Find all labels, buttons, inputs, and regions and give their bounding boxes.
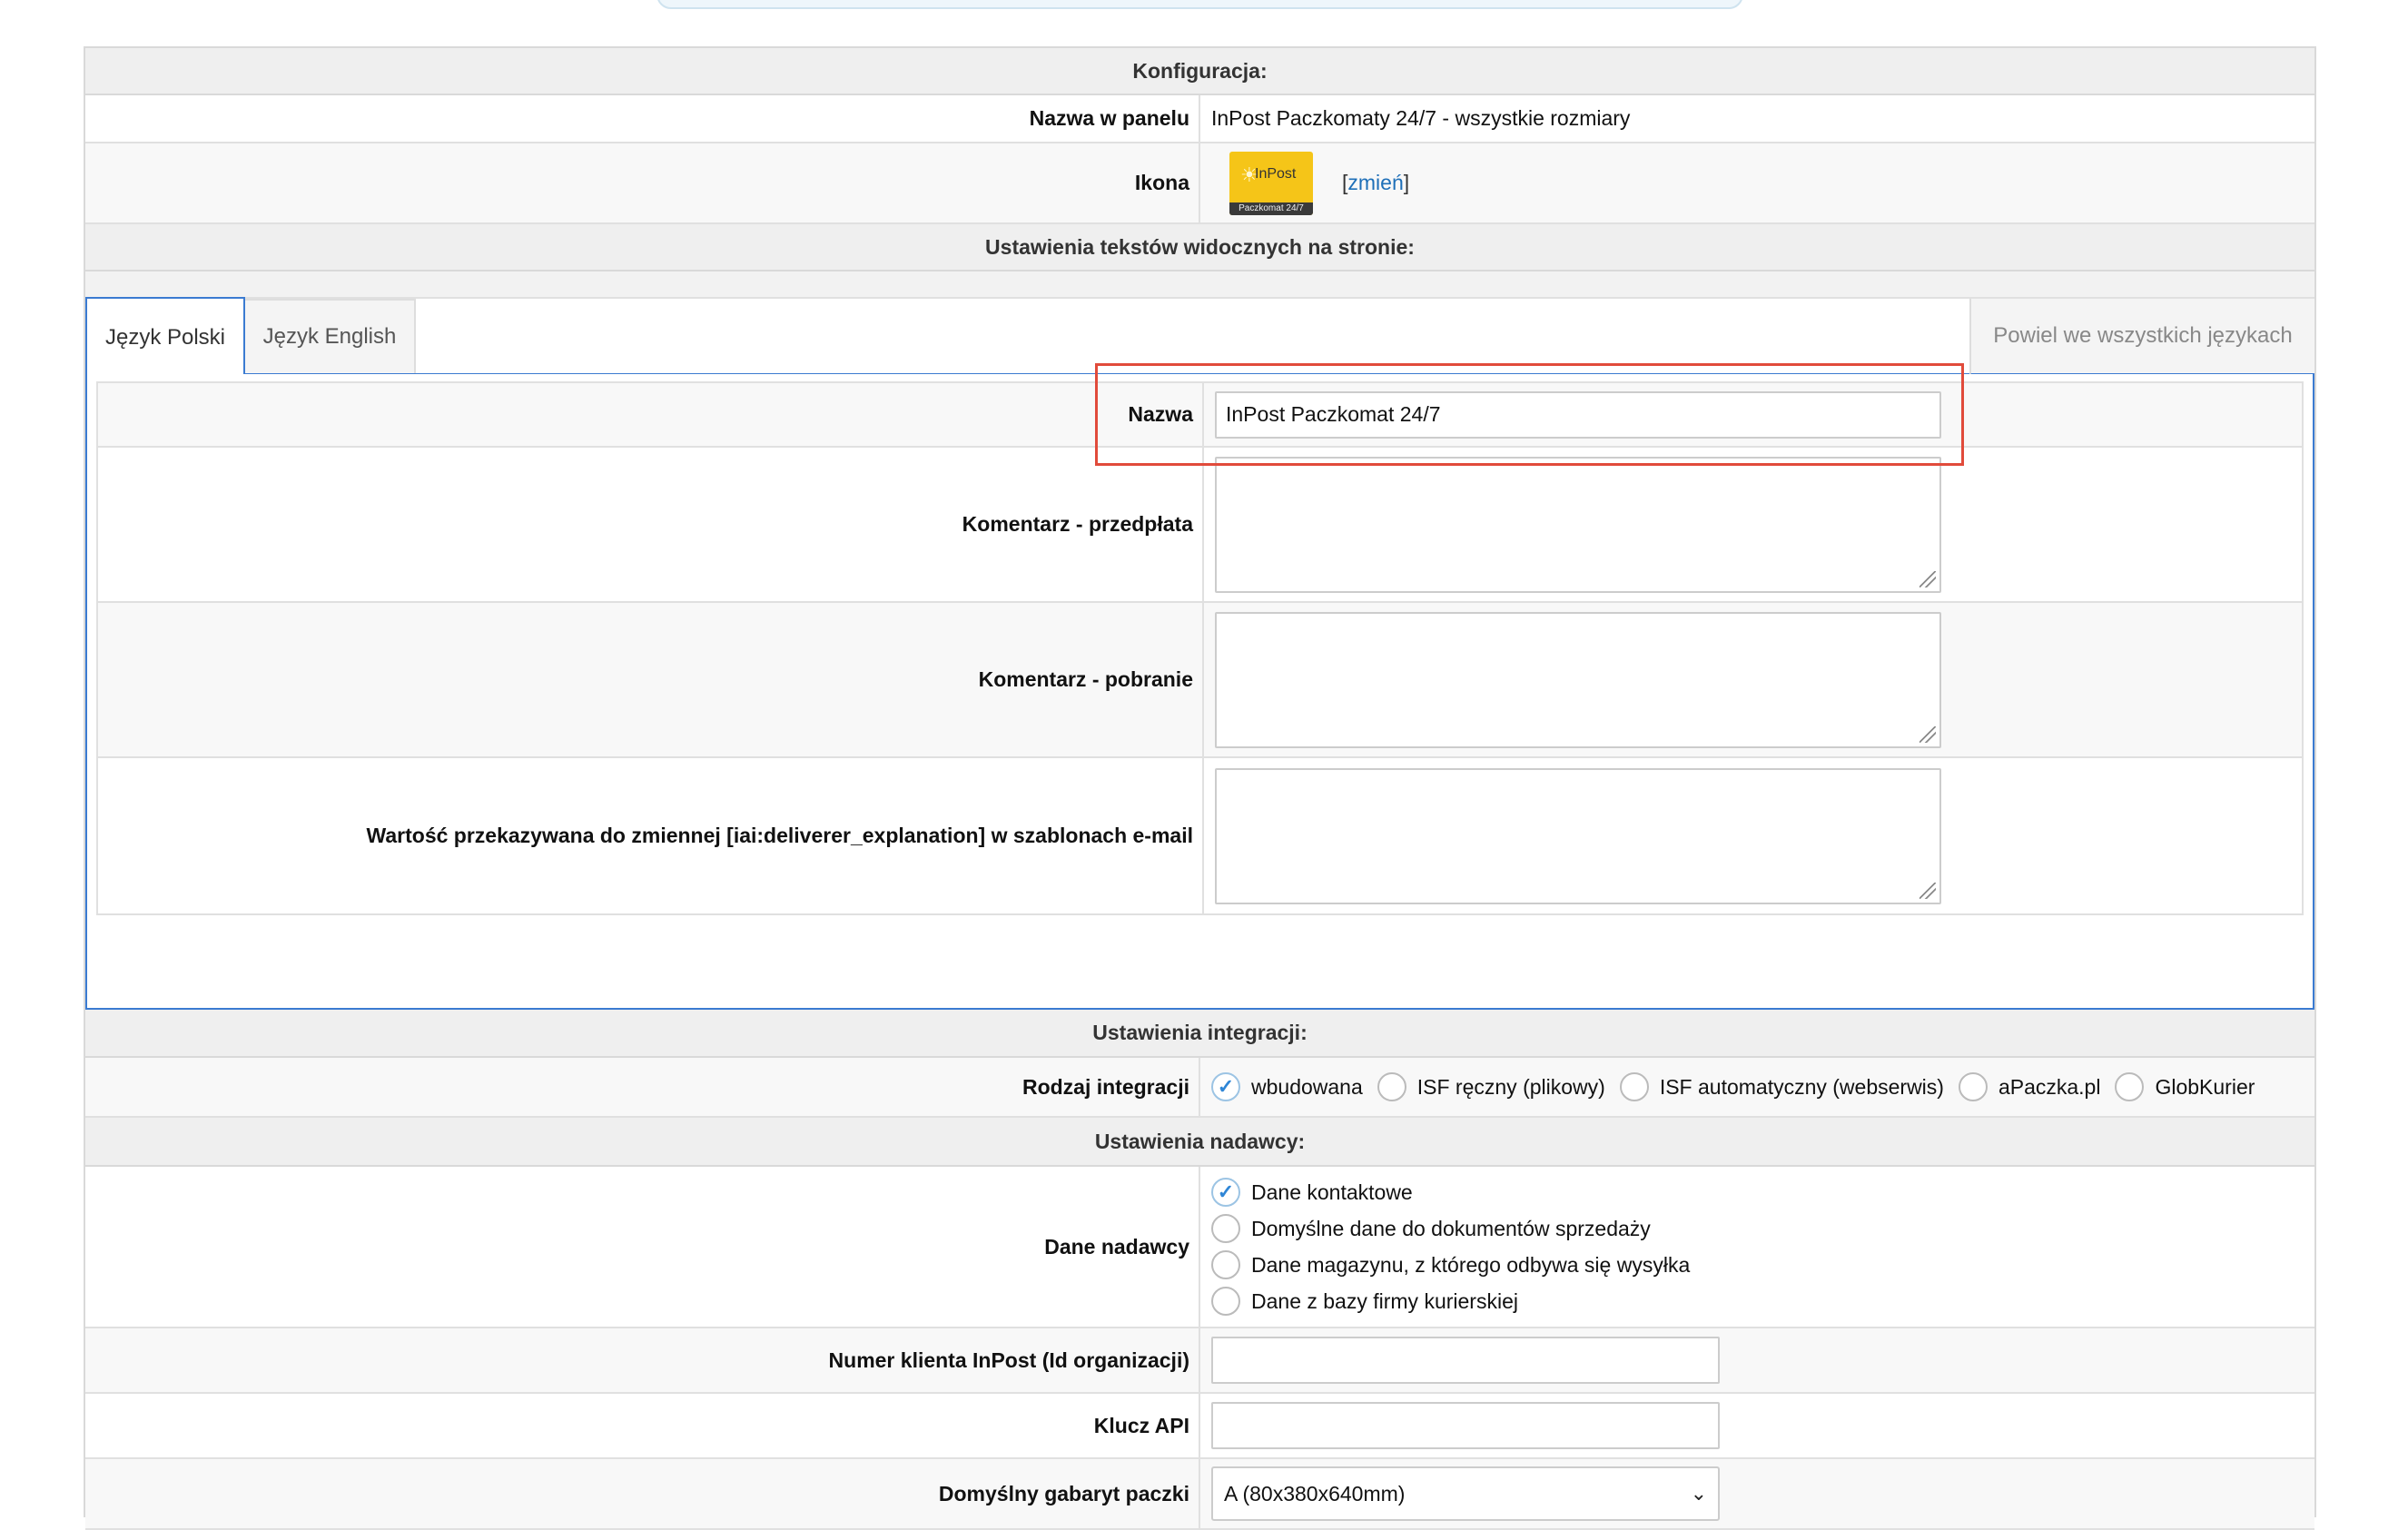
integration-type-label: Rodzaj integracji (85, 1058, 1200, 1116)
sender-option-warehouse[interactable]: Dane magazynu, z którego odbywa się wysy… (1211, 1247, 1690, 1283)
integration-option-builtin[interactable]: ✓ wbudowana (1211, 1072, 1363, 1101)
name-input[interactable] (1215, 390, 1941, 439)
integration-header-text: Ustawienia integracji: (1092, 1021, 1308, 1044)
texts-header: Ustawienia tekstów widocznych na stronie… (85, 224, 2314, 271)
client-number-input[interactable] (1211, 1337, 1720, 1384)
sender-option-sales-docs[interactable]: Domyślne dane do dokumentów sprzedaży (1211, 1210, 1690, 1247)
chevron-down-icon: ⌄ (1690, 1482, 1707, 1505)
name-row: Nazwa (98, 383, 2302, 448)
client-number-label: Numer klienta InPost (Id organizacji) (85, 1328, 1200, 1392)
integration-header: Ustawienia integracji: (85, 1010, 2314, 1058)
comment-cod-label: Komentarz - pobranie (98, 603, 1204, 756)
tab-polish[interactable]: Język Polski (85, 297, 245, 377)
radio-empty-icon[interactable] (1211, 1250, 1240, 1279)
copy-all-languages-label: Powiel we wszystkich językach (1993, 323, 2293, 348)
sender-header-text: Ustawienia nadawcy: (1094, 1129, 1306, 1153)
api-key-row: Klucz API (85, 1394, 2314, 1459)
sender-data-options: ✓ Dane kontaktowe Domyślne dane do dokume… (1211, 1174, 1704, 1319)
config-header: Konfiguracja: (85, 48, 2314, 95)
comment-prepaid-label: Komentarz - przedpłata (98, 448, 1204, 601)
texts-spacer (85, 271, 2314, 299)
radio-empty-icon[interactable] (1211, 1287, 1240, 1316)
default-size-row: Domyślny gabaryt paczki A (80x380x640mm)… (85, 1459, 2314, 1530)
resize-grip-icon[interactable] (1919, 882, 1936, 899)
api-key-input[interactable] (1211, 1402, 1720, 1449)
sender-option-courier-db[interactable]: Dane z bazy firmy kurierskiej (1211, 1283, 1690, 1319)
inpost-logo-icon: ☀ InPost Paczkomat 24/7 (1229, 151, 1313, 215)
radio-empty-icon[interactable] (1958, 1072, 1988, 1101)
integration-option-isf-manual[interactable]: ISF ręczny (plikowy) (1377, 1072, 1605, 1101)
api-key-label: Klucz API (85, 1394, 1200, 1457)
change-icon-link-wrapper: [zmień] (1342, 171, 1410, 194)
comment-prepaid-row: Komentarz - przedpłata (98, 448, 2302, 603)
comment-cod-row: Komentarz - pobranie (98, 603, 2302, 758)
icon-brand-text: InPost (1255, 165, 1297, 182)
icon-strip-text: Paczkomat 24/7 (1229, 202, 1313, 215)
radio-checked-icon[interactable]: ✓ (1211, 1072, 1240, 1101)
panel-name-value: InPost Paczkomaty 24/7 - wszystkie rozmi… (1211, 106, 1631, 130)
client-number-row: Numer klienta InPost (Id organizacji) (85, 1328, 2314, 1394)
radio-empty-icon[interactable] (2115, 1072, 2145, 1101)
sender-header: Ustawienia nadawcy: (85, 1118, 2314, 1167)
tab-panel-polish: Nazwa Komentarz - przedpłata Komentarz -… (85, 374, 2314, 1010)
resize-grip-icon[interactable] (1919, 726, 1936, 743)
integration-option-isf-auto[interactable]: ISF automatyczny (webserwis) (1619, 1072, 1944, 1101)
sender-option-contact[interactable]: ✓ Dane kontaktowe (1211, 1174, 1690, 1210)
radio-checked-icon[interactable]: ✓ (1211, 1178, 1240, 1207)
tab-polish-label: Język Polski (104, 325, 226, 350)
name-label: Nazwa (98, 383, 1204, 446)
copy-all-languages-button[interactable]: Powiel we wszystkich językach (1969, 299, 2314, 375)
email-var-textarea[interactable] (1215, 767, 1941, 904)
texts-table: Nazwa Komentarz - przedpłata Komentarz -… (96, 381, 2304, 915)
icon-row: Ikona ☀ InPost Paczkomat 24/7 [zmień] (85, 143, 2314, 224)
radio-empty-icon[interactable] (1619, 1072, 1649, 1101)
comment-cod-textarea[interactable] (1215, 611, 1941, 748)
default-size-value: A (80x380x640mm) (1224, 1481, 1406, 1505)
tab-english[interactable]: Język English (245, 299, 416, 375)
panel-name-row: Nazwa w panelu InPost Paczkomaty 24/7 - … (85, 95, 2314, 143)
email-var-row: Wartość przekazywana do zmiennej [iai:de… (98, 758, 2302, 913)
config-header-text: Konfiguracja: (1132, 58, 1268, 83)
resize-grip-icon[interactable] (1919, 570, 1936, 587)
settings-form: Konfiguracja: Nazwa w panelu InPost Pacz… (84, 46, 2316, 1530)
integration-option-apaczka[interactable]: aPaczka.pl (1958, 1072, 2100, 1101)
email-var-label: Wartość przekazywana do zmiennej [iai:de… (98, 758, 1204, 913)
sender-data-label: Dane nadawcy (85, 1167, 1200, 1327)
integration-type-row: Rodzaj integracji ✓ wbudowana ISF ręczny … (85, 1058, 2314, 1118)
change-icon-link[interactable]: zmień (1347, 171, 1403, 194)
icon-label: Ikona (85, 143, 1200, 222)
default-size-select[interactable]: A (80x380x640mm) ⌄ (1211, 1466, 1720, 1521)
radio-empty-icon[interactable] (1377, 1072, 1406, 1101)
radio-empty-icon[interactable] (1211, 1214, 1240, 1243)
integration-option-globkurier[interactable]: GlobKurier (2115, 1072, 2255, 1101)
default-size-label: Domyślny gabaryt paczki (85, 1459, 1200, 1528)
tab-english-label: Język English (262, 324, 397, 349)
texts-header-text: Ustawienia tekstów widocznych na stronie… (985, 234, 1415, 259)
sender-data-row: Dane nadawcy ✓ Dane kontaktowe Domyślne d… (85, 1167, 2314, 1328)
comment-prepaid-textarea[interactable] (1215, 456, 1941, 593)
panel-name-label: Nazwa w panelu (85, 95, 1200, 142)
top-notice-box (656, 0, 1743, 9)
